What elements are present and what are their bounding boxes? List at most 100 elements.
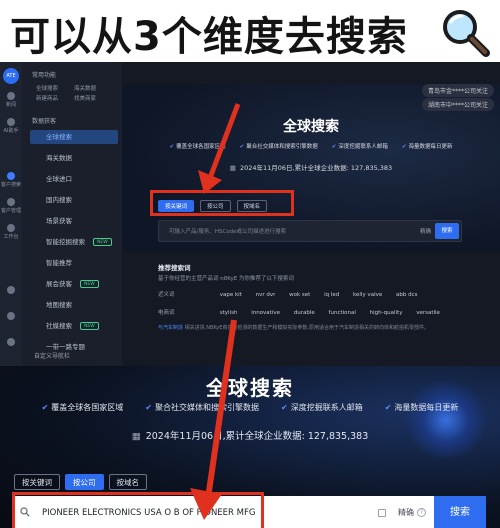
exact-match-checkbox[interactable] xyxy=(378,509,386,517)
calendar-icon: ▦ xyxy=(131,431,141,442)
rail-item-customer-manage[interactable]: 客户管理 xyxy=(0,198,22,214)
keyword-chip[interactable]: innovative xyxy=(251,310,280,316)
exact-match-toggle[interactable]: 精确 xyxy=(420,221,431,243)
rail-item-news[interactable]: 新闻 xyxy=(0,92,22,108)
feature-item: ✔ 覆盖全球各国家区域 xyxy=(41,403,124,412)
recommend-title: 推荐搜索词 xyxy=(158,264,191,272)
feature-list: ✔ 覆盖全球各国家区域 ✔ 聚合社交媒体和搜索引擎数据 ✔ 深度挖掘联系人邮箱 ✔ 海量… xyxy=(122,142,500,150)
menu-item-label: 地图搜索 xyxy=(46,301,72,309)
arrow-icon xyxy=(198,103,241,194)
recommend-row: 近义词 vape kit nvr dvr wok set iq led kell… xyxy=(158,290,488,302)
search-bar: 可输入产品/服务、HSCode或公司描述进行搜索 精确 搜索 xyxy=(158,220,462,242)
menu-item[interactable]: 海关数据 xyxy=(30,151,118,165)
rail-item-workbench[interactable]: 工作台 xyxy=(0,224,22,240)
rail-item-help[interactable] xyxy=(0,312,22,321)
grid-icon xyxy=(7,224,15,232)
check-icon: ✔ xyxy=(401,144,407,150)
menu-item[interactable]: 全球进口 xyxy=(30,172,118,186)
menu-section-acquisition: 数据获客 xyxy=(32,118,57,125)
row-label: 电商词 xyxy=(158,310,175,316)
search-mode-tabs: 按关键词 按公司 按域名 xyxy=(14,474,147,490)
menu-item[interactable]: 全球搜索 xyxy=(30,130,118,144)
menu-item-label: 展会获客 xyxy=(46,280,72,288)
help-icon[interactable]: ? xyxy=(417,508,426,517)
menu-item[interactable]: 国内搜索 xyxy=(30,193,118,207)
feature-item: ✔ 海量数据每日更新 xyxy=(384,403,459,412)
menu-item-label: 场景获客 xyxy=(46,217,72,225)
page: 可以从3个维度去搜索 ATE 新闻 AI助手 客户搜索 客户管理 工作台 常用功… xyxy=(0,0,500,528)
avatar[interactable]: ATE xyxy=(3,68,19,84)
check-icon: ✔ xyxy=(331,144,337,150)
customize-nav-link[interactable]: 自定义导航栏 xyxy=(34,351,70,360)
feature-list: ✔ 覆盖全球各国家区域 ✔ 聚合社交媒体和搜索引擎数据 ✔ 深度挖掘联系人邮箱 ✔ 海量… xyxy=(0,402,500,413)
ai-icon xyxy=(7,118,15,126)
menu-item-label: 国内搜索 xyxy=(46,196,72,204)
keyword-chip[interactable]: kelly valve xyxy=(353,292,382,298)
new-badge: NEW xyxy=(93,238,112,246)
rail-item-ai[interactable]: AI助手 xyxy=(0,118,22,134)
menu-common-item[interactable]: 海关数据 xyxy=(74,84,96,92)
notification-toast: 湖南市中****公司关注 xyxy=(421,98,494,111)
headline-banner: 可以从3个维度去搜索 xyxy=(0,0,500,62)
search-button[interactable]: 搜索 xyxy=(434,496,486,528)
check-icon: ✔ xyxy=(41,403,49,412)
check-icon: ✔ xyxy=(169,144,175,150)
search-button[interactable]: 搜索 xyxy=(435,223,459,239)
menu-item[interactable]: 社媒搜索 NEW xyxy=(30,319,118,333)
menu-common-item[interactable]: 全球搜索 xyxy=(36,84,58,92)
tab-company[interactable]: 按公司 xyxy=(65,474,104,490)
keyword-chip[interactable]: nvr dvr xyxy=(256,292,276,298)
sidebar-rail: ATE 新闻 AI助手 客户搜索 客户管理 工作台 xyxy=(0,62,22,366)
new-badge: NEW xyxy=(80,280,99,288)
menu-item-label: 智能挖掘搜索 xyxy=(46,238,85,246)
menu-item[interactable]: 智能挖掘搜索 NEW xyxy=(30,235,118,249)
stats-line: ▦ 2024年11月06日,累计全球企业数据: 127,835,383 xyxy=(131,431,369,442)
hero-section: 青岛市金****公司关注 湖南市中****公司关注 全球搜索 ✔ 覆盖全球各国家区… xyxy=(122,84,500,252)
app-screenshot: ATE 新闻 AI助手 客户搜索 客户管理 工作台 常用功能 全球搜索 海关数据… xyxy=(0,62,500,366)
arrow-icon xyxy=(190,319,237,520)
keyword-chip[interactable]: stylish xyxy=(220,310,238,316)
menu-section-common: 常用功能 xyxy=(32,72,57,79)
keyword-chip[interactable]: wok set xyxy=(289,292,310,298)
more-icon xyxy=(7,286,15,294)
news-icon xyxy=(7,92,15,100)
feature-item: ✔ 深度挖掘联系人邮箱 xyxy=(331,144,388,150)
keyword-chip[interactable]: high-quality xyxy=(370,310,403,316)
menu-item[interactable]: 场景获客 xyxy=(30,214,118,228)
check-icon: ✔ xyxy=(281,403,288,412)
users-icon xyxy=(7,198,15,206)
menu-common-item[interactable]: 找美商家 xyxy=(74,94,96,102)
recommend-filter[interactable]: 基于你经营的主营产品词 n8KyE 为你推荐了以下搜索词 xyxy=(158,274,294,282)
tab-keyword[interactable]: 按关键词 xyxy=(14,474,60,490)
check-icon: ✔ xyxy=(384,403,392,412)
page-title: 全球搜索 xyxy=(206,376,294,400)
rail-item-bell[interactable] xyxy=(0,338,22,347)
menu-item[interactable]: 展会获客 NEW xyxy=(30,277,118,291)
keyword-chip[interactable]: iq led xyxy=(324,292,339,298)
feature-item: ✔ 聚合社交媒体和搜索引擎数据 xyxy=(239,144,318,150)
tab-domain[interactable]: 按域名 xyxy=(108,474,147,490)
side-menu: 常用功能 全球搜索 海关数据 新建商品 找美商家 数据获客 全球搜索 海关数据 全球… xyxy=(22,62,122,366)
rail-item-more[interactable] xyxy=(0,286,22,295)
feature-item: ✔ 海量数据每日更新 xyxy=(401,144,453,150)
new-badge: NEW xyxy=(80,322,99,330)
notification-toast: 青岛市金****公司关注 xyxy=(421,84,494,97)
keyword-chip[interactable]: functional xyxy=(329,310,356,316)
headline-text: 可以从3个维度去搜索 xyxy=(10,14,408,60)
zoomed-search-panel: 全球搜索 ✔ 覆盖全球各国家区域 ✔ 聚合社交媒体和搜索引擎数据 ✔ 深度挖掘联系人邮… xyxy=(0,366,500,528)
help-icon xyxy=(7,312,15,320)
keyword-chip[interactable]: abb dcs xyxy=(396,292,417,298)
menu-item-label: 一带一路专题 xyxy=(46,343,85,351)
menu-item[interactable]: 智能推荐 xyxy=(30,256,118,270)
search-input[interactable]: 可输入产品/服务、HSCode或公司描述进行搜索 xyxy=(169,221,286,243)
keyword-chip[interactable]: durable xyxy=(294,310,315,316)
exact-match-label: 精确 xyxy=(398,508,414,517)
row-label: 近义词 xyxy=(158,292,175,298)
keyword-chip[interactable]: versatile xyxy=(416,310,440,316)
menu-item-label: 海关数据 xyxy=(46,154,72,162)
menu-item[interactable]: 地图搜索 xyxy=(30,298,118,312)
menu-common-item[interactable]: 新建商品 xyxy=(36,94,58,102)
rail-item-customer-search[interactable]: 客户搜索 xyxy=(0,172,22,188)
keyword-chip[interactable]: vape kit xyxy=(220,292,242,298)
stats-line: ▦ 2024年11月06日,累计全球企业数据: 127,835,383 xyxy=(229,164,393,172)
